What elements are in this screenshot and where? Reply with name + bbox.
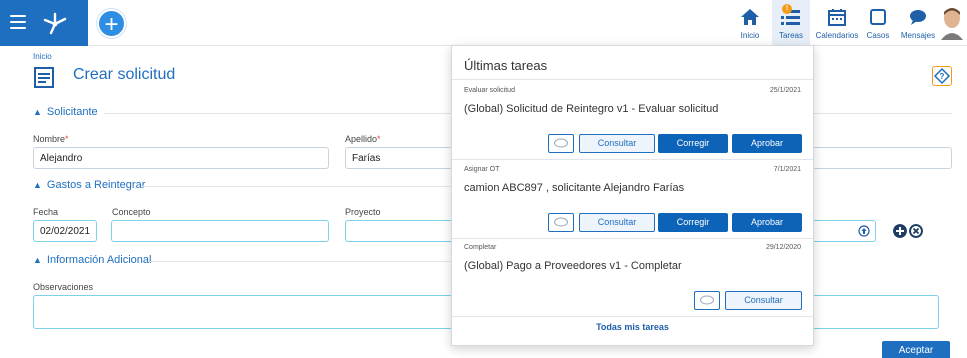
calendar-icon [828, 9, 846, 26]
correct-button[interactable]: Corregir [658, 213, 728, 232]
nav-tasks[interactable]: ! Tareas [772, 0, 810, 46]
consult-button[interactable]: Consultar [579, 134, 655, 153]
task-category: Asignar OT [464, 166, 500, 173]
add-row-icon[interactable] [893, 224, 907, 238]
section-gastos[interactable]: ▲ Gastos a Reintegrar [33, 179, 145, 191]
top-bar: + Inicio ! Tareas Calendarios Casos Mens… [0, 0, 967, 46]
nav-home[interactable]: Inicio [735, 4, 765, 44]
approve-button[interactable]: Aprobar [732, 213, 802, 232]
hamburger-icon[interactable] [10, 15, 26, 29]
user-avatar[interactable] [939, 6, 965, 40]
section-divider [814, 113, 952, 114]
nav-calendars[interactable]: Calendarios [814, 4, 860, 44]
comment-icon [700, 295, 714, 305]
apellido-field[interactable]: Farías [345, 147, 455, 169]
task-category: Evaluar solicitud [464, 87, 515, 94]
fecha-field[interactable]: 02/02/2021 [33, 220, 97, 242]
fecha-label: Fecha [33, 207, 59, 217]
task-date: 29/12/2020 [765, 244, 801, 251]
tasks-popup: Últimas tareas Evaluar solicitud 25/1/20… [451, 45, 814, 346]
observaciones-label: Observaciones [33, 282, 94, 292]
correct-button[interactable]: Corregir [658, 134, 728, 153]
nav-messages[interactable]: Mensajes [898, 4, 938, 44]
svg-text:?: ? [940, 72, 945, 81]
help-icon[interactable]: ? [932, 66, 952, 86]
accept-button[interactable]: Aceptar [882, 341, 950, 358]
section-info-label: Información Adicional [46, 254, 152, 266]
popup-divider [452, 79, 813, 80]
chevron-up-icon: ▲ [33, 255, 42, 265]
task-date: 7/1/2021 [773, 166, 801, 173]
task-category: Completar [464, 244, 497, 251]
tasks-badge: ! [782, 4, 792, 14]
task-name[interactable]: (Global) Pago a Proveedores v1 - Complet… [464, 260, 682, 272]
section-solicitante-label: Solicitante [46, 106, 98, 118]
task-divider [452, 238, 813, 239]
consult-button[interactable]: Consultar [725, 291, 802, 310]
nodes-logo[interactable] [40, 10, 70, 36]
comment-button[interactable] [548, 213, 574, 232]
home-icon [741, 9, 759, 25]
comment-icon [554, 217, 568, 227]
chevron-up-icon: ▲ [33, 107, 42, 117]
comment-button[interactable] [694, 291, 720, 310]
nav-cases[interactable]: Casos [864, 4, 892, 44]
remove-row-icon[interactable] [909, 224, 923, 238]
square-icon [870, 9, 886, 25]
section-divider [104, 113, 452, 114]
apellido-label: Apellido* [345, 134, 381, 144]
add-button[interactable]: + [97, 9, 126, 38]
section-info[interactable]: ▲ Información Adicional [33, 254, 151, 266]
nav-calendars-label: Calendarios [815, 31, 859, 40]
proyecto-label: Proyecto [345, 207, 381, 217]
consult-button[interactable]: Consultar [579, 213, 655, 232]
task-name[interactable]: camion ABC897 , solicitante Alejandro Fa… [464, 182, 684, 194]
task-name[interactable]: (Global) Solicitud de Reintegro v1 - Eva… [464, 103, 718, 115]
chat-icon [910, 10, 926, 25]
approve-button[interactable]: Aprobar [732, 134, 802, 153]
brand-area [0, 0, 88, 46]
section-gastos-label: Gastos a Reintegrar [46, 179, 146, 191]
chevron-up-icon: ▲ [33, 180, 42, 190]
breadcrumb[interactable]: Inicio [33, 52, 52, 61]
extra-field[interactable] [812, 147, 952, 169]
arrow-up-circle-icon [858, 225, 870, 237]
all-tasks-link[interactable]: Todas mis tareas [452, 322, 813, 332]
page-title: Crear solicitud [73, 66, 176, 83]
nombre-field[interactable]: Alejandro [33, 147, 329, 169]
concepto-field[interactable] [111, 220, 329, 242]
section-divider [142, 186, 452, 187]
comment-button[interactable] [548, 134, 574, 153]
nav-messages-label: Mensajes [900, 31, 936, 40]
task-date: 25/1/2021 [769, 87, 801, 94]
comment-icon [554, 138, 568, 148]
task-divider [452, 159, 813, 160]
popup-title: Últimas tareas [464, 58, 548, 73]
task-divider [452, 316, 813, 317]
section-divider [150, 261, 452, 262]
proyecto-field[interactable] [345, 220, 455, 242]
section-solicitante[interactable]: ▲ Solicitante [33, 106, 98, 118]
nav-tasks-label: Tareas [778, 31, 803, 40]
form-icon [34, 67, 54, 88]
proyecto-select[interactable] [812, 220, 876, 242]
nav-cases-label: Casos [866, 31, 890, 40]
concepto-label: Concepto [112, 207, 151, 217]
nav-home-label: Inicio [740, 31, 760, 40]
nombre-label: Nombre* [33, 134, 69, 144]
